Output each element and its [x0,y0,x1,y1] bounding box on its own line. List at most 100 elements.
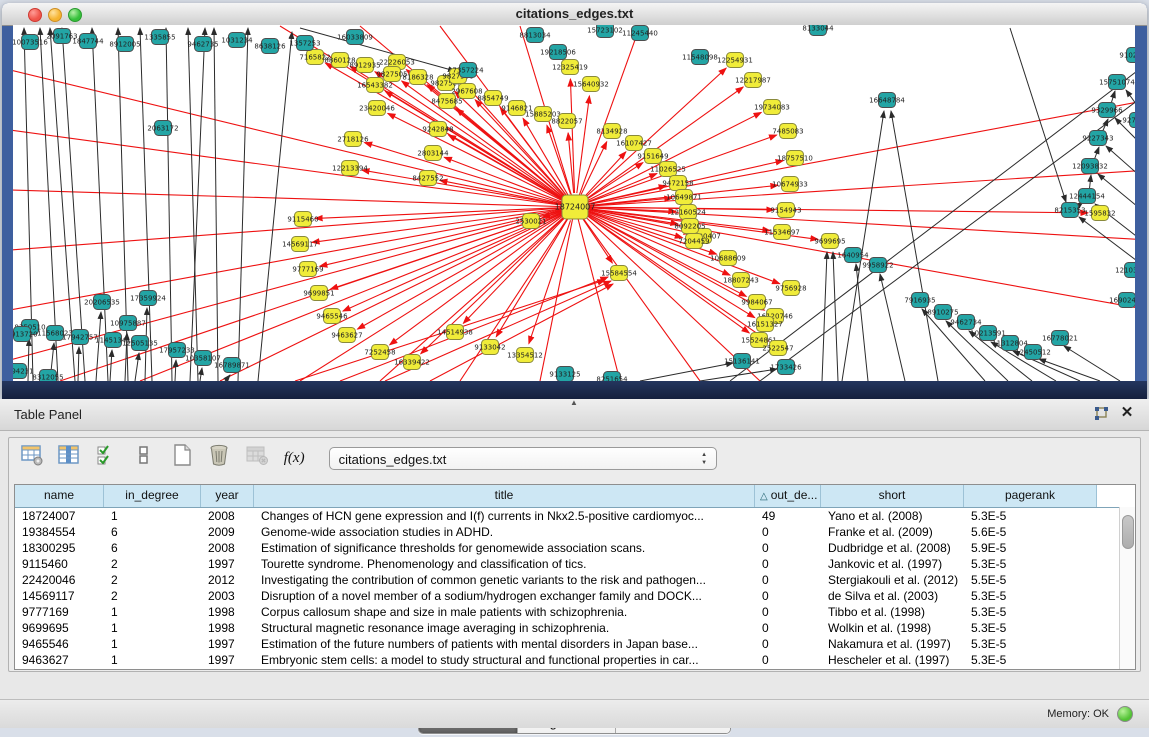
network-node[interactable]: 16902410 [1109,293,1135,308]
network-node[interactable]: 17359924 [130,291,166,306]
column-header-title[interactable]: title [254,485,755,507]
network-canvas[interactable]: 7165822886012889129352222605398275051654… [13,25,1135,381]
network-node[interactable]: 16339422 [394,355,430,370]
network-node[interactable]: 10674933 [772,177,808,192]
network-node[interactable]: 16648784 [869,93,905,108]
network-node[interactable]: 9154943 [770,203,801,218]
column-header-name[interactable]: name [15,485,104,507]
new-table-icon[interactable] [167,443,197,473]
network-node[interactable]: 19218506 [540,45,576,60]
network-node[interactable]: 12103165 [1115,263,1135,278]
table-row[interactable]: 911546021997Tourette syndrome. Phenomeno… [15,556,1135,572]
network-node[interactable]: 15723102 [587,25,623,38]
network-node[interactable]: 10975887 [110,316,146,331]
table-vertical-scrollbar[interactable] [1119,507,1135,669]
network-node[interactable]: 9699695 [814,234,845,249]
network-node[interactable]: 1031234 [221,33,253,48]
network-node[interactable]: 1595832 [1084,206,1115,221]
table-mode-icon[interactable] [17,443,47,473]
network-node[interactable]: 12217987 [735,73,771,88]
network-edge-black[interactable] [1064,346,1120,381]
network-node[interactable]: 12160524 [670,205,706,220]
table-row[interactable]: 1456911722003Disruption of a novel membe… [15,588,1135,604]
network-node[interactable]: 10649871 [666,190,702,205]
network-edge-black[interactable] [238,28,248,381]
network-edge-black[interactable] [188,28,198,381]
network-node[interactable]: 9756928 [775,281,806,296]
column-header-in_degree[interactable]: in_degree [104,485,201,507]
network-edge-black[interactable] [110,350,112,381]
network-edge-black[interactable] [258,32,292,381]
network-edge-black[interactable] [96,312,101,381]
network-table-selector[interactable]: citations_edges.txt ▲▼ [329,447,717,470]
scrollbar-thumb[interactable] [1122,515,1134,549]
network-node[interactable]: 13354512 [507,348,543,363]
network-node[interactable]: 8134928 [596,124,627,139]
network-edge-black[interactable] [833,252,838,381]
network-edge-red[interactable] [588,174,657,202]
network-edge-red[interactable] [575,26,640,207]
network-node[interactable]: 10073516 [13,35,48,50]
window-titlebar[interactable]: citations_edges.txt [2,3,1147,26]
network-node[interactable]: 10688609 [710,251,746,266]
network-node[interactable]: 8312055 [32,370,63,382]
network-node[interactable]: 9472158 [662,176,693,191]
network-node[interactable]: 2718126 [337,132,369,147]
network-node[interactable]: 2803144 [417,146,449,161]
table-row[interactable]: 969969511998Structural magnetic resonanc… [15,620,1135,636]
network-node[interactable]: 12213394 [332,161,368,176]
network-node[interactable]: 20206535 [84,295,120,310]
network-node[interactable]: 8251654 [596,372,628,382]
float-window-icon[interactable] [1093,406,1109,422]
network-node[interactable]: 10213591 [970,326,1006,341]
network-node[interactable]: 8910275 [927,305,958,320]
table-row[interactable]: 1938455462009Genome-wide association stu… [15,524,1135,540]
network-node[interactable]: 15136141 [724,354,760,369]
network-node[interactable]: 8912005 [109,37,140,52]
network-edge-black[interactable] [166,28,172,381]
network-node[interactable]: 9777169 [292,262,323,277]
network-node[interactable]: 7916935 [904,293,935,308]
network-node[interactable]: 15584554 [601,266,637,281]
network-edge-black[interactable] [842,111,884,381]
network-node[interactable]: 9102106 [1119,48,1135,63]
network-edge-black[interactable] [62,28,85,381]
memory-status-indicator[interactable] [1117,706,1133,722]
network-node[interactable]: 16107427 [616,136,652,151]
network-edge-black[interactable] [1010,28,1066,202]
network-edge-black[interactable] [891,111,938,381]
network-edge-black[interactable] [78,347,79,381]
network-node[interactable]: 11548098 [682,50,718,65]
column-header-pagerank[interactable]: pagerank [964,485,1097,507]
network-node[interactable]: 1335855 [144,30,175,45]
network-node[interactable]: 7485083 [772,124,803,139]
network-node[interactable]: 23420046 [359,101,395,116]
network-node[interactable]: 9699851 [303,286,334,301]
column-checkmarks-icon[interactable] [92,443,122,473]
network-node[interactable]: 12093832 [1072,159,1108,174]
row-toggle-icon[interactable] [129,443,159,473]
column-header-short[interactable]: short [821,485,964,507]
network-node[interactable]: 15640932 [573,77,609,92]
delete-trash-icon[interactable] [204,443,234,473]
delete-table-icon[interactable] [242,443,272,473]
network-edge-red[interactable] [390,215,564,344]
network-edge-black[interactable] [1106,146,1135,184]
network-node[interactable]: 9133125 [549,367,580,382]
network-node[interactable]: 9463627 [331,328,362,343]
network-node[interactable]: 12254931 [717,53,753,68]
network-node[interactable]: 1733426 [770,360,802,375]
network-edge-black[interactable] [822,252,827,381]
table-row[interactable]: 946554611997Estimation of the future num… [15,636,1135,652]
network-edge-black[interactable] [730,62,1135,381]
network-node[interactable]: 14569117 [282,237,318,252]
network-node[interactable]: 9115460 [287,212,318,227]
network-edge-black[interactable] [856,264,868,381]
network-node[interactable]: 9272736 [1122,113,1135,128]
table-row[interactable]: 1872400712008Changes of HCN gene express… [15,508,1135,524]
network-edge-black[interactable] [175,360,176,381]
network-node[interactable]: 8133044 [802,25,834,36]
network-node[interactable]: 8638126 [254,39,286,54]
network-edge-black[interactable] [190,28,205,381]
column-header-out_de[interactable]: △out_de... [755,485,821,507]
